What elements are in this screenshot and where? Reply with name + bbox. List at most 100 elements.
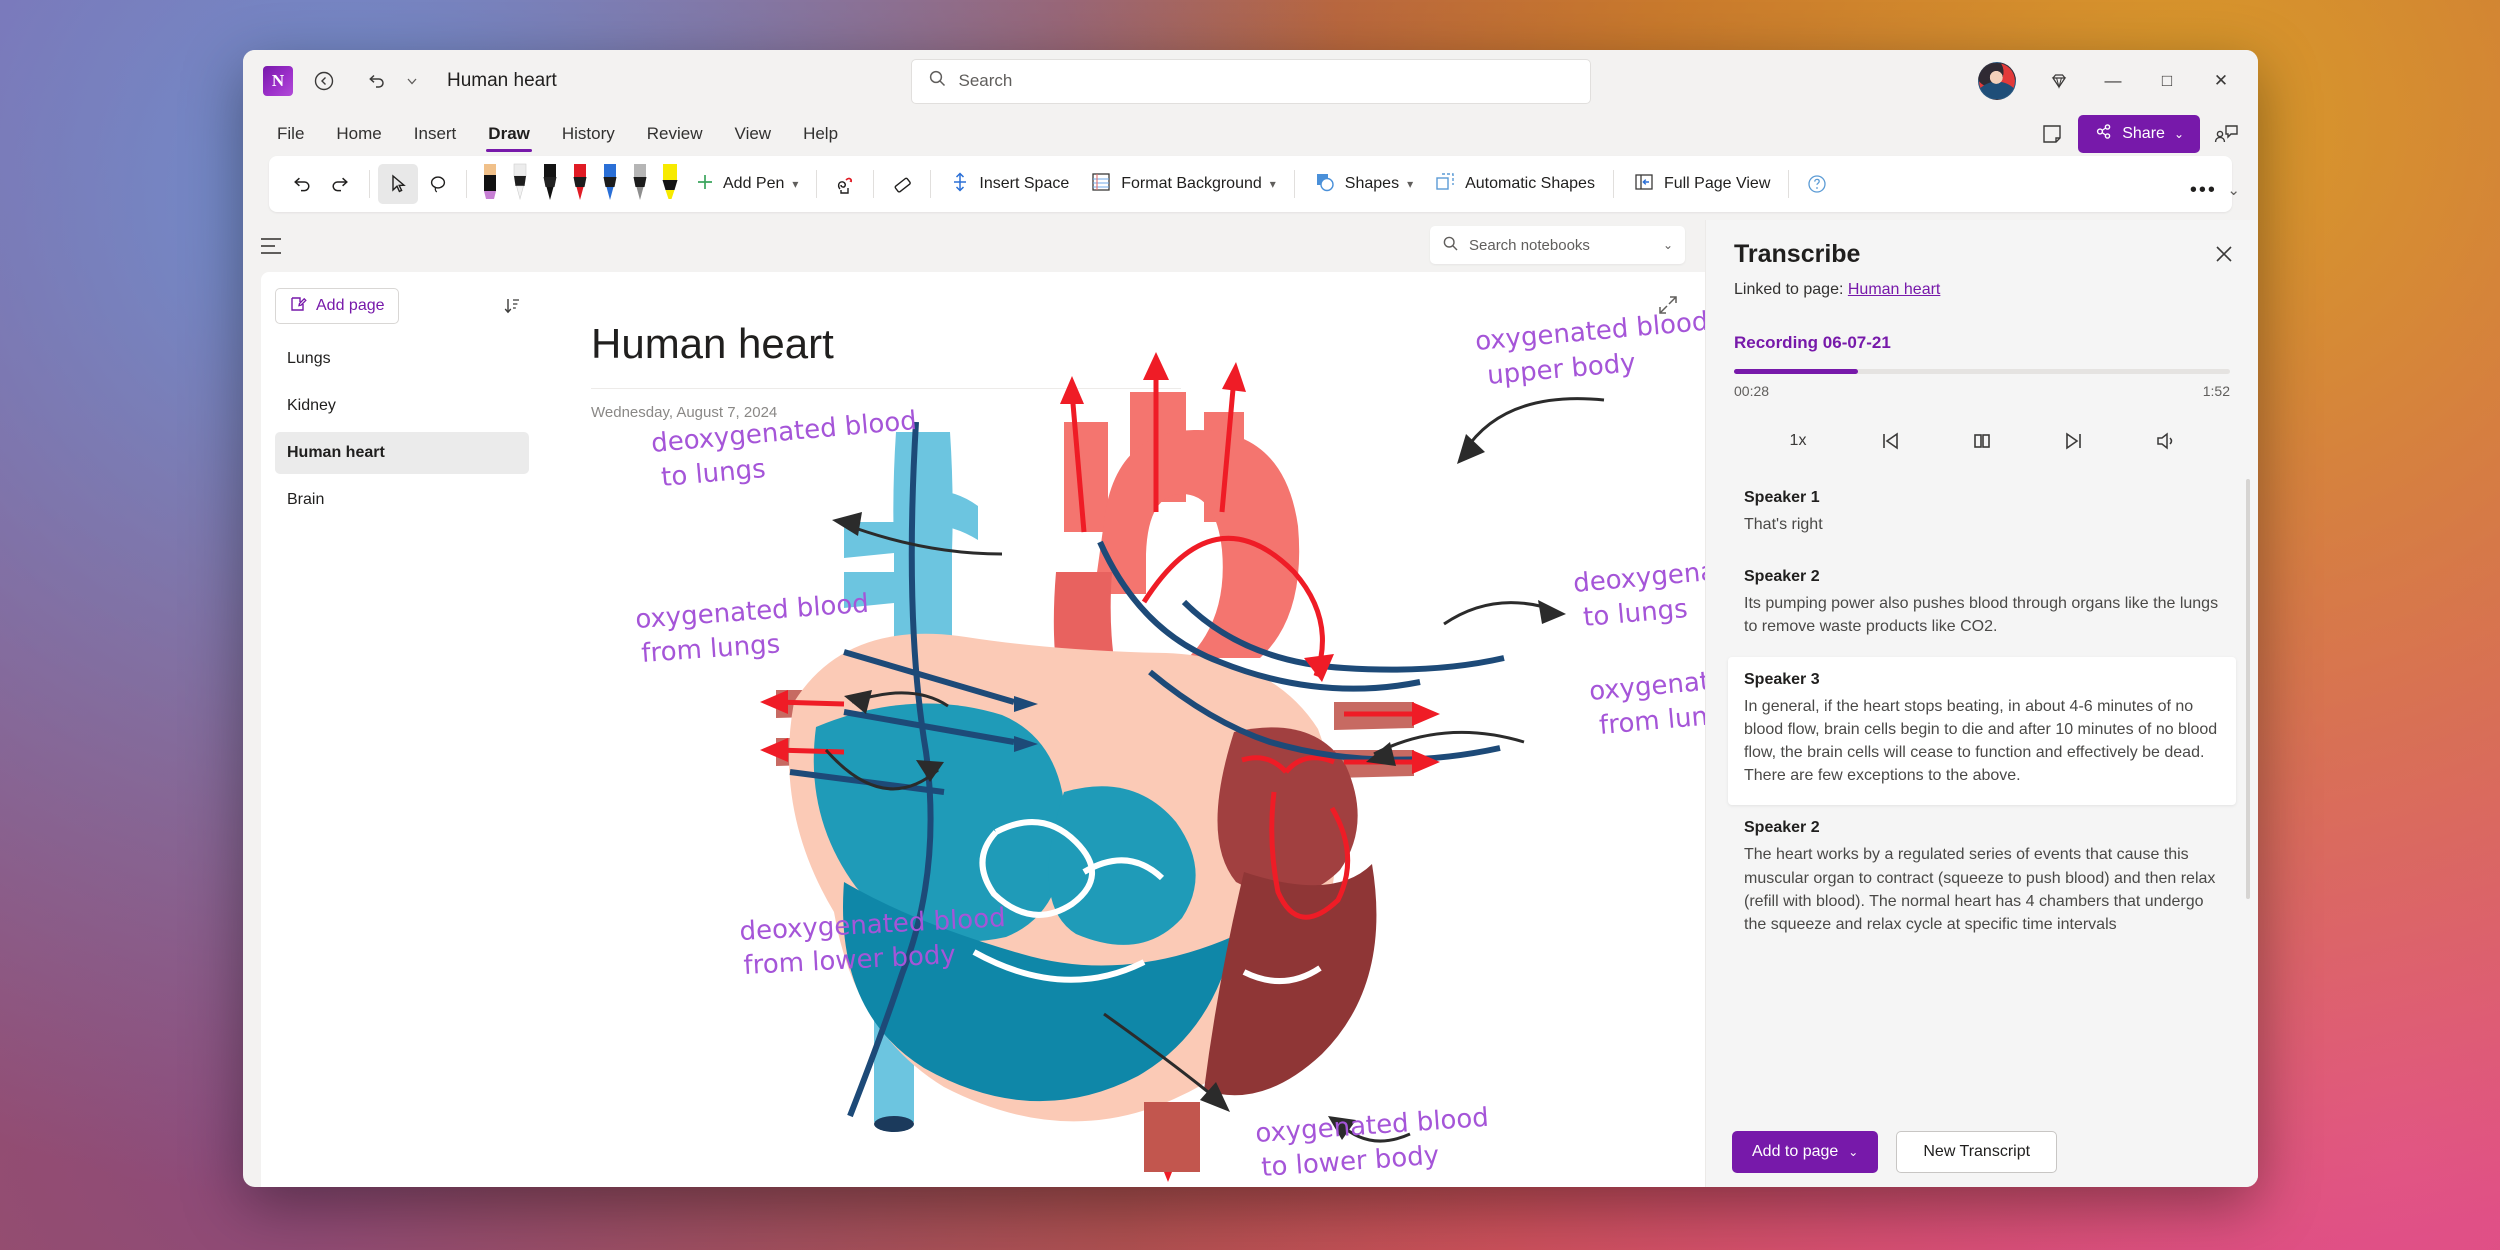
plus-icon	[695, 172, 715, 197]
page-canvas[interactable]: Human heart Wednesday, August 7, 2024 ox…	[543, 272, 1705, 1187]
divider	[930, 170, 932, 198]
onenote-logo-icon: N	[263, 66, 293, 96]
eraser-button[interactable]	[882, 164, 922, 204]
ribbon-overflow-group: ••• ⌄	[2183, 170, 2240, 210]
pen-grey[interactable]	[627, 161, 653, 207]
full-page-view-button[interactable]: Full Page View	[1622, 164, 1780, 204]
pen-red[interactable]	[567, 161, 593, 207]
pause-button[interactable]	[1960, 421, 2004, 461]
search-input[interactable]: Search	[910, 58, 1591, 104]
avatar[interactable]	[1978, 62, 2016, 100]
diamond-icon[interactable]	[2032, 58, 2086, 104]
automatic-shapes-button[interactable]: Automatic Shapes	[1423, 164, 1605, 204]
shapes-button[interactable]: Shapes ▾	[1303, 164, 1423, 204]
insert-space-label: Insert Space	[979, 175, 1070, 192]
divider	[1293, 170, 1295, 198]
sort-icon[interactable]	[495, 289, 529, 323]
format-background-button[interactable]: Format Background ▾	[1079, 164, 1286, 204]
tab-file[interactable]: File	[261, 114, 320, 154]
add-to-page-button[interactable]: Add to page ⌄	[1732, 1131, 1879, 1173]
redo-button[interactable]	[321, 164, 361, 204]
minimize-button[interactable]: —	[2086, 58, 2140, 104]
heart-diagram: oxygenated blood to upper body deoxygena…	[634, 304, 1705, 1183]
chevron-down-icon: ▾	[1269, 177, 1276, 191]
titlebar-right-group: — □ ✕	[1978, 58, 2258, 104]
ann-oxy-lower-body-line2: to lower body	[1260, 1141, 1440, 1183]
previous-button[interactable]	[1868, 421, 1912, 461]
chevron-down-icon[interactable]: ⌄	[1663, 238, 1673, 252]
transcript-entry[interactable]: Speaker 2 The heart works by a regulated…	[1728, 805, 2236, 954]
title-bar: N Human heart Search — □ ✕	[243, 50, 2258, 112]
share-button[interactable]: Share ⌄	[2078, 115, 2200, 153]
tab-home[interactable]: Home	[320, 114, 397, 154]
ribbon-overflow-button[interactable]: •••	[2183, 170, 2223, 210]
undo-button[interactable]	[281, 164, 321, 204]
linked-prefix: Linked to page:	[1734, 281, 1844, 298]
tab-history[interactable]: History	[546, 114, 631, 154]
app-body: Search notebooks ⌄ Add page Lungs Kidney…	[243, 220, 2258, 1187]
transcript-scrollbar[interactable]	[2246, 479, 2250, 899]
ink-gesture-button[interactable]	[825, 164, 865, 204]
automatic-shapes-icon	[1433, 170, 1457, 199]
caret-down-icon[interactable]	[399, 60, 425, 102]
help-circle-icon[interactable]	[1797, 164, 1837, 204]
next-button[interactable]	[2052, 421, 2096, 461]
volume-button[interactable]	[2144, 421, 2188, 461]
back-circle-icon[interactable]	[303, 60, 345, 102]
transcript-entry[interactable]: Speaker 1 That's right	[1728, 475, 2236, 554]
divider	[1788, 170, 1790, 198]
tab-insert[interactable]: Insert	[398, 114, 473, 154]
page-item-brain[interactable]: Brain	[275, 479, 529, 521]
tab-draw[interactable]: Draw	[472, 114, 546, 154]
transcript-entry[interactable]: Speaker 2 Its pumping power also pushes …	[1728, 554, 2236, 656]
search-icon	[928, 69, 947, 93]
utterance-text: Its pumping power also pushes blood thro…	[1744, 595, 2219, 636]
progress-fill	[1734, 369, 1858, 374]
close-button[interactable]: ✕	[2194, 58, 2248, 104]
playback-progress-bar[interactable]	[1734, 369, 2230, 374]
pen-black[interactable]	[537, 161, 563, 207]
chevron-down-icon: ⌄	[2173, 127, 2184, 141]
add-collaborator-icon[interactable]	[2214, 122, 2240, 146]
close-icon[interactable]	[2214, 244, 2234, 270]
playback-speed-button[interactable]: 1x	[1776, 421, 1820, 461]
lasso-select-button[interactable]	[418, 164, 458, 204]
pen-white[interactable]	[507, 161, 533, 207]
divider	[816, 170, 818, 198]
linked-page-link[interactable]: Human heart	[1848, 281, 1941, 298]
page-item-kidney[interactable]: Kidney	[275, 385, 529, 427]
search-notebooks-input[interactable]: Search notebooks ⌄	[1430, 226, 1685, 264]
transcript-list[interactable]: Speaker 1 That's right Speaker 2 Its pum…	[1706, 461, 2258, 1113]
ann-oxy-upper-body-line2: upper body	[1486, 348, 1637, 391]
add-pen-button[interactable]: Add Pen ▾	[685, 164, 808, 204]
ann-deoxy-to-lungs-left-line2: to lungs	[660, 454, 767, 493]
menu-bar: File Home Insert Draw History Review Vie…	[243, 112, 2258, 156]
page-item-lungs[interactable]: Lungs	[275, 338, 529, 380]
maximize-button[interactable]: □	[2140, 58, 2194, 104]
hamburger-menu-icon[interactable]	[261, 231, 295, 261]
select-cursor-button[interactable]	[378, 164, 418, 204]
page-item-human-heart[interactable]: Human heart	[275, 432, 529, 474]
tab-review[interactable]: Review	[631, 114, 719, 154]
pen-blue[interactable]	[597, 161, 623, 207]
add-page-label: Add page	[316, 297, 385, 314]
new-transcript-button[interactable]: New Transcript	[1896, 1131, 2058, 1173]
ann-oxy-from-lungs-left-line2: from lungs	[640, 629, 781, 669]
share-icon	[2094, 122, 2113, 146]
recording-name: Recording 06-07-21	[1734, 333, 1891, 352]
undo-icon[interactable]	[355, 60, 397, 102]
highlighter-yellow[interactable]	[657, 161, 683, 207]
sticky-note-icon[interactable]	[2040, 122, 2064, 146]
draw-ribbon: Add Pen ▾ Insert Space Format Background…	[243, 156, 2258, 220]
onenote-window: N Human heart Search — □ ✕ File Home Ins…	[243, 50, 2258, 1187]
add-page-button[interactable]: Add page	[275, 288, 399, 324]
transcribe-title: Transcribe	[1734, 240, 1861, 268]
ribbon-collapse-chevron-icon[interactable]: ⌄	[2227, 181, 2240, 199]
insert-space-button[interactable]: Insert Space	[939, 164, 1079, 204]
tab-view[interactable]: View	[719, 114, 788, 154]
descending-aorta	[1144, 1102, 1200, 1172]
transcript-entry-active[interactable]: Speaker 3 In general, if the heart stops…	[1728, 656, 2236, 806]
pen-tan[interactable]	[477, 161, 503, 207]
divider	[369, 170, 370, 198]
tab-help[interactable]: Help	[787, 114, 854, 154]
